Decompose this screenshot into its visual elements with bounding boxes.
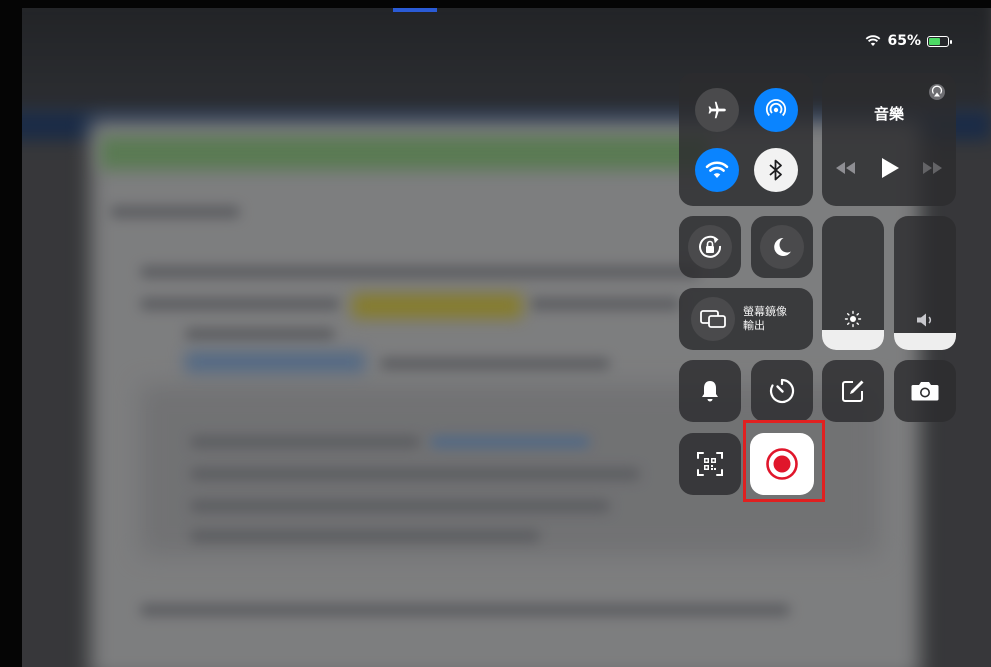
brightness-slider[interactable] [822, 216, 884, 350]
qr-scanner-icon [697, 452, 723, 476]
timer-icon [769, 378, 795, 404]
airdrop-icon [765, 99, 787, 117]
status-bar: 65% [865, 33, 952, 49]
notes-button[interactable] [822, 360, 884, 422]
screen-mirroring-icon [700, 310, 726, 328]
music-module[interactable]: 音樂 [822, 73, 956, 206]
rotation-lock-button[interactable] [679, 216, 741, 278]
bell-icon [702, 381, 718, 402]
timer-button[interactable] [751, 360, 813, 422]
rewind-icon[interactable] [834, 161, 856, 175]
bluetooth-toggle[interactable] [754, 148, 798, 192]
fast-forward-icon[interactable] [922, 161, 944, 175]
battery-percent: 65% [887, 33, 921, 49]
wifi-status-icon [866, 35, 881, 46]
screen-edge-top [0, 0, 991, 8]
rotation-lock-icon [699, 235, 722, 258]
wifi-toggle[interactable] [695, 148, 739, 192]
do-not-disturb-button[interactable] [751, 216, 813, 278]
airplay-icon[interactable] [928, 83, 946, 101]
brightness-icon [844, 310, 862, 328]
connectivity-module [679, 73, 813, 206]
volume-icon [917, 313, 932, 327]
volume-slider[interactable] [894, 216, 956, 350]
airplane-icon [708, 101, 726, 119]
brightness-level [822, 329, 884, 350]
screen-mirroring-label-line1: 螢幕鏡像 [743, 305, 787, 318]
qr-scanner-button[interactable] [679, 433, 741, 495]
alarm-button[interactable] [679, 360, 741, 422]
top-accent-bar [393, 8, 437, 12]
screen-mirroring-label-line2: 輸出 [743, 319, 765, 332]
camera-icon [911, 382, 939, 401]
highlight-frame [743, 420, 825, 502]
airdrop-toggle[interactable] [754, 88, 798, 132]
screen-mirroring-button[interactable]: 螢幕鏡像 輸出 [679, 288, 813, 350]
bluetooth-icon [769, 159, 782, 181]
airplane-mode-toggle[interactable] [695, 88, 739, 132]
moon-icon [774, 237, 791, 256]
play-icon[interactable] [880, 157, 900, 179]
wifi-icon [705, 161, 729, 178]
camera-button[interactable] [894, 360, 956, 422]
screen-mirroring-label: 螢幕鏡像 輸出 [743, 305, 803, 333]
volume-level [894, 332, 956, 350]
music-title: 音樂 [873, 105, 904, 123]
screen-edge [0, 0, 22, 667]
notes-icon [842, 380, 864, 402]
battery-icon [927, 35, 952, 47]
screen: 65% 音樂 螢幕鏡像 輸出 [0, 0, 991, 667]
